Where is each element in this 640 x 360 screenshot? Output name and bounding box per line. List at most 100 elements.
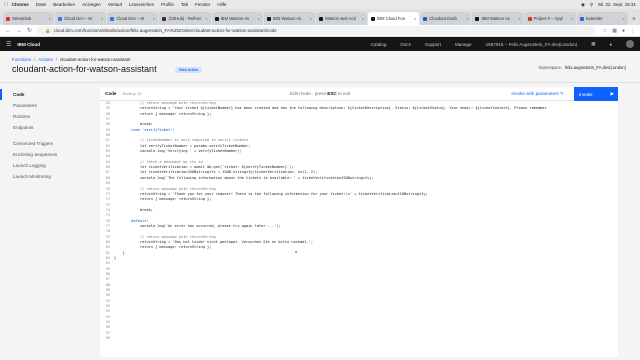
tab-label: Project # – Appl [533, 16, 563, 21]
browser-tab[interactable]: Watson web Acti × [315, 12, 368, 25]
account-switcher[interactable]: 1987916 – Felix Augenstein_FA dev(London… [486, 42, 578, 47]
namespace-value: felix.augenstein_FA dev(London) [565, 65, 626, 70]
nav-launch-logging[interactable]: Launch Logging [0, 160, 100, 171]
star-icon[interactable]: ☆ [603, 28, 607, 34]
close-icon[interactable]: × [414, 16, 416, 21]
breadcrumb-functions[interactable]: Functions [12, 57, 31, 62]
menu-item[interactable]: Lesezeichen [129, 2, 154, 7]
nav-code[interactable]: Code [0, 89, 100, 100]
menu-item[interactable]: Hilfe [217, 2, 226, 7]
nav-docs[interactable]: Docs [400, 42, 410, 47]
close-icon[interactable]: × [466, 16, 468, 21]
search-icon[interactable]: ⚲ [590, 2, 593, 8]
code-label: Code [105, 91, 117, 96]
menu-app[interactable]: Chrome [12, 2, 29, 7]
tab-label: Cloud Dev – M [64, 16, 92, 21]
tab-favicon-icon [371, 16, 376, 21]
avatar[interactable] [626, 40, 634, 48]
namespace-label: Namespace: [538, 65, 562, 70]
clock-text[interactable]: Mi. 22. Sept. 15:31 [598, 2, 636, 7]
tab-label: IBM Watson As [481, 16, 510, 21]
edit-icon: ✎ [560, 90, 564, 96]
url-field[interactable]: 🔒 cloud.ibm.com/functions/details/action… [37, 26, 595, 35]
code-textarea[interactable]: 54 // return message with returnString 55… [100, 101, 618, 357]
nav-catalog[interactable]: Catalog [371, 42, 387, 47]
browser-tab[interactable]: Project # – Appl × [524, 12, 576, 25]
brand-logo[interactable]: IBM Cloud [17, 42, 40, 47]
hamburger-icon[interactable]: ☰ [6, 41, 11, 48]
extensions-icon[interactable]: ▦ [612, 28, 617, 34]
back-icon[interactable]: ← [5, 28, 11, 34]
nav-support[interactable]: Support [425, 42, 441, 47]
browser-tab[interactable]: Cloudant Dash × [420, 12, 472, 25]
menu-item[interactable]: Anzeigen [82, 2, 101, 7]
browser-tab[interactable]: Kalender × [576, 12, 628, 25]
invoke-button[interactable]: Invoke ▶ [574, 87, 618, 101]
lock-icon: 🔒 [45, 27, 51, 33]
browser-tab[interactable]: Cloud Dev – M × [55, 12, 107, 25]
line-code: return { message: returnString }; [114, 111, 212, 116]
mac-menubar:  Chrome Datei Bearbeiten Anzeigen Verla… [0, 0, 640, 9]
browser-tab[interactable]: Cloud Dev – M × [107, 12, 159, 25]
close-icon[interactable]: × [362, 16, 364, 21]
tab-label: IBM Watson As [272, 16, 302, 21]
wifi-icon[interactable]: ◉ [581, 2, 585, 8]
tab-label: (GitHub) - Reihen [168, 16, 202, 21]
browser-tab[interactable]: IBM Cloud Fun × [368, 12, 420, 25]
menu-item[interactable]: Verlauf [108, 2, 122, 7]
close-icon[interactable]: × [205, 16, 207, 21]
close-icon[interactable]: × [257, 16, 259, 21]
nav-endpoints[interactable]: Endpoints [0, 122, 100, 133]
new-tab-icon[interactable]: + [632, 16, 636, 23]
invoke-with-parameters-button[interactable]: Invoke with parameters ✎ [511, 91, 564, 97]
menu-item[interactable]: Bearbeiten [53, 2, 75, 7]
url-text: cloud.ibm.com/functions/details/action/f… [53, 28, 277, 33]
page-content: Functions / Actions / cloudant-action-for-wa… [0, 51, 640, 360]
nav-launch-monitoring[interactable]: Launch Monitoring [0, 171, 100, 182]
tab-favicon-icon [423, 16, 428, 21]
forward-icon[interactable]: → [16, 28, 22, 34]
close-icon[interactable]: × [153, 16, 155, 21]
close-icon[interactable]: × [623, 16, 625, 21]
browser-tab[interactable]: (GitHub) - Reihen × [159, 12, 211, 25]
screen:  Chrome Datei Bearbeiten Anzeigen Verla… [0, 0, 640, 360]
line-code: console.log(`The following information a… [114, 175, 374, 180]
code-editor-panel: Code Node.js 12 Edit mode · press ESC to… [100, 87, 618, 357]
nav-connected-triggers[interactable]: Connected Triggers [0, 138, 100, 149]
browser-tab[interactable]: IBM Watson As × [263, 12, 315, 25]
profile-icon[interactable]: ● [622, 28, 625, 34]
nav-enclosing-sequences[interactable]: Enclosing Sequences [0, 149, 100, 160]
cost-icon[interactable]: ▦ [591, 41, 595, 47]
code-line: 98 [100, 336, 618, 341]
tab-label: Kalender [585, 16, 603, 21]
close-icon[interactable]: × [101, 16, 103, 21]
apple-icon[interactable]:  [4, 2, 8, 8]
menu-item[interactable]: Tab [181, 2, 188, 7]
reload-icon[interactable]: ↻ [27, 27, 32, 34]
namespace-selector[interactable]: Namespace: felix.augenstein_FA dev(London… [538, 65, 626, 70]
menu-item[interactable]: Profile [161, 2, 174, 7]
line-number: 98 [105, 336, 110, 341]
tab-favicon-icon [527, 16, 532, 21]
tab-label: IBM Cloud Fun [377, 16, 406, 21]
browser-tab[interactable]: IBM Watson As × [211, 12, 263, 25]
tab-favicon-icon [58, 16, 63, 21]
browser-tab[interactable]: IBM Watson As × [472, 12, 524, 25]
nav-manage[interactable]: Manage [455, 42, 472, 47]
tab-favicon-icon [475, 16, 480, 21]
breadcrumb-actions[interactable]: Actions [38, 57, 52, 62]
close-icon[interactable]: × [570, 16, 572, 21]
line-code: return { message: returnString }; [114, 245, 212, 250]
notification-icon[interactable]: ♦ [610, 42, 612, 47]
page-title: cloudant-action-for-watson-assistant [12, 64, 157, 74]
close-icon[interactable]: × [518, 16, 520, 21]
close-icon[interactable]: × [49, 16, 51, 21]
more-icon[interactable]: ⋮ [630, 28, 635, 34]
menu-item[interactable]: Fenster [195, 2, 210, 7]
browser-tab[interactable]: Streamlab × [3, 12, 55, 25]
nav-runtime[interactable]: Runtime [0, 111, 100, 122]
nav-parameters[interactable]: Parameters [0, 100, 100, 111]
close-icon[interactable]: × [310, 16, 312, 21]
ibm-cloud-header: ☰ IBM Cloud Catalog Docs Support Manage … [0, 37, 640, 51]
menu-item[interactable]: Datei [36, 2, 47, 7]
